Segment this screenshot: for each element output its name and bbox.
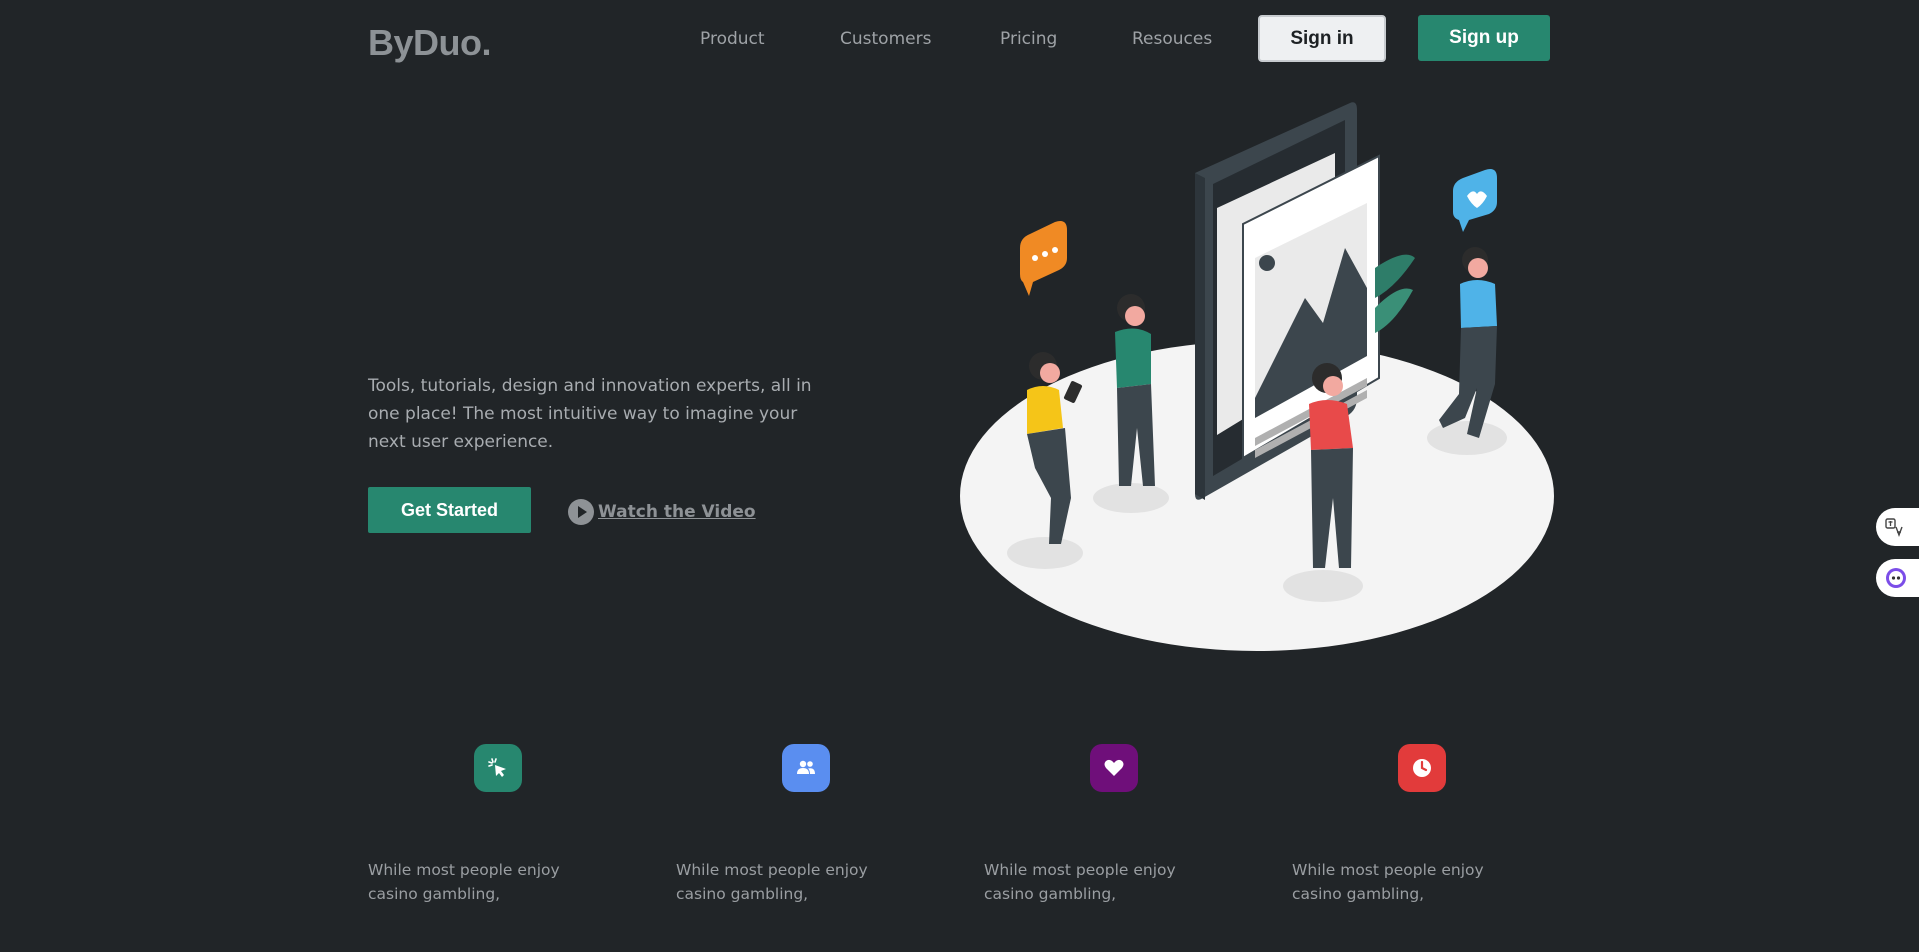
- assistant-icon: [1886, 568, 1906, 588]
- translate-icon: [1885, 518, 1903, 537]
- heart-bubble-blue: [1453, 169, 1497, 232]
- hero-description: Tools, tutorials, design and innovation …: [368, 376, 812, 452]
- chat-bubble-orange: [1020, 221, 1067, 296]
- nav-item-product[interactable]: Product: [700, 29, 765, 49]
- feature-description-1: While most people enjoy casino gambling,: [368, 861, 560, 903]
- users-icon: [797, 760, 815, 774]
- feature-icon-box-2: [782, 744, 830, 792]
- get-started-button[interactable]: Get Started: [368, 487, 531, 533]
- sign-up-button[interactable]: Sign up: [1418, 15, 1550, 61]
- sign-in-button[interactable]: Sign in: [1258, 15, 1386, 62]
- hero-illustration: [960, 102, 1554, 651]
- assistant-button[interactable]: [1876, 559, 1919, 597]
- play-icon: [568, 499, 594, 525]
- feature-description-4: While most people enjoy casino gambling,: [1292, 861, 1484, 903]
- feature-description-2: While most people enjoy casino gambling,: [676, 861, 868, 903]
- plant-graphic: [1375, 254, 1415, 333]
- feature-icon-box-4: [1398, 744, 1446, 792]
- feature-icon-box-3: [1090, 744, 1138, 792]
- feature-description-3: While most people enjoy casino gambling,: [984, 861, 1176, 903]
- watch-video-label: Watch the Video: [598, 502, 756, 522]
- clock-icon: [1413, 759, 1431, 777]
- translate-button[interactable]: [1876, 508, 1919, 546]
- nav-item-customers[interactable]: Customers: [840, 29, 931, 49]
- cursor-click-icon: [488, 758, 506, 777]
- brand-logo[interactable]: ByDuo.: [368, 22, 492, 64]
- nav-item-resources[interactable]: Resouces: [1132, 29, 1212, 49]
- feature-icon-box-1: [474, 744, 522, 792]
- heart-icon: [1104, 759, 1124, 776]
- nav-item-pricing[interactable]: Pricing: [1000, 29, 1057, 49]
- watch-video-link[interactable]: Watch the Video: [568, 499, 756, 525]
